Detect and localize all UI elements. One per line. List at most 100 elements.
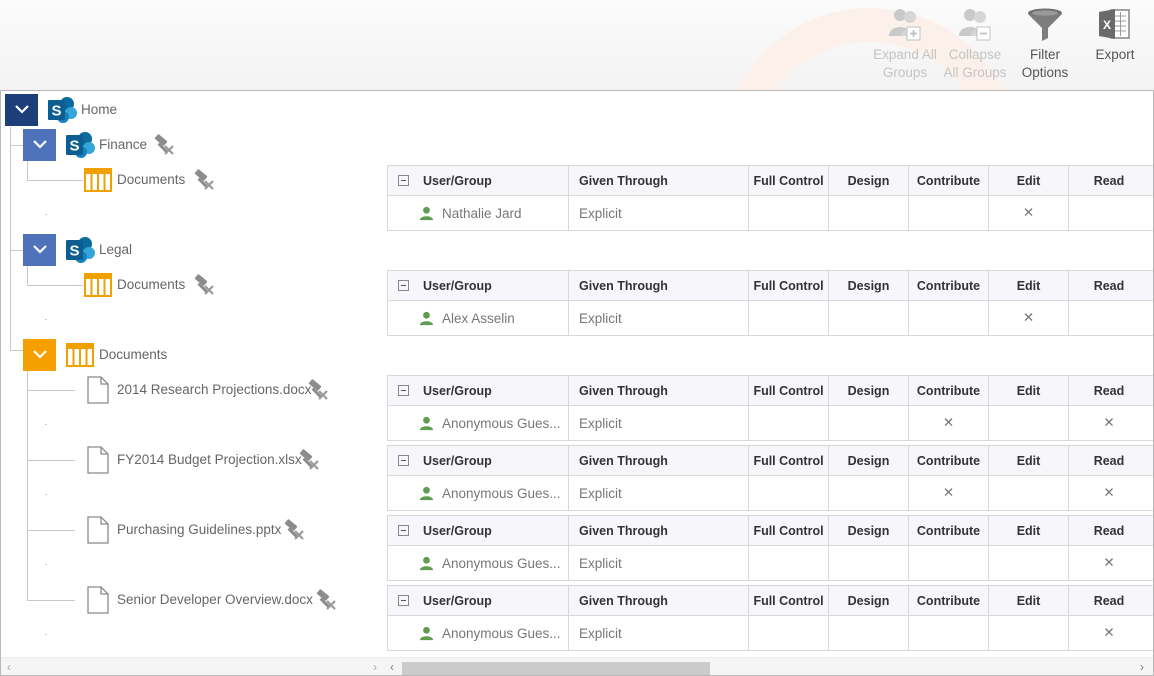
col-design[interactable]: Design: [829, 271, 909, 300]
col-contribute[interactable]: Contribute: [909, 166, 989, 195]
col-read[interactable]: Read: [1069, 376, 1149, 405]
collapse-minus-icon[interactable]: [398, 280, 409, 291]
tree-node-finance[interactable]: Finance: [99, 136, 147, 154]
tree-line: [27, 266, 28, 285]
table-row[interactable]: Alex Asselin Explicit ✕: [388, 301, 1153, 335]
col-edit[interactable]: Edit: [989, 166, 1069, 195]
col-contribute[interactable]: Contribute: [909, 446, 989, 475]
col-design[interactable]: Design: [829, 166, 909, 195]
col-design[interactable]: Design: [829, 516, 909, 545]
broken-inheritance-icon[interactable]: [298, 449, 320, 471]
broken-inheritance-icon[interactable]: [193, 169, 215, 191]
broken-inheritance-icon[interactable]: [283, 519, 305, 541]
scroll-left-arrow-icon[interactable]: ‹: [390, 660, 394, 674]
col-contribute[interactable]: Contribute: [909, 516, 989, 545]
table-row[interactable]: Anonymous Gues... Explicit ✕ ✕: [388, 476, 1153, 510]
tree-node-documents[interactable]: Documents: [99, 346, 167, 364]
table-row[interactable]: Nathalie Jard Explicit ✕: [388, 196, 1153, 230]
col-read[interactable]: Read: [1069, 516, 1149, 545]
documents-collapse-toggle[interactable]: [23, 339, 56, 371]
broken-inheritance-icon[interactable]: [315, 589, 337, 611]
col-full-control[interactable]: Full Control: [749, 376, 829, 405]
col-user-group[interactable]: User/Group: [388, 446, 569, 475]
col-full-control[interactable]: Full Control: [749, 166, 829, 195]
col-given-through[interactable]: Given Through: [569, 516, 749, 545]
col-given-through[interactable]: Given Through: [569, 166, 749, 195]
col-given-through[interactable]: Given Through: [569, 271, 749, 300]
col-edit[interactable]: Edit: [989, 376, 1069, 405]
col-contribute[interactable]: Contribute: [909, 586, 989, 615]
expand-all-groups-button[interactable]: Expand All Groups: [868, 6, 942, 82]
table-row[interactable]: Anonymous Gues... Explicit ✕ ✕: [388, 406, 1153, 440]
col-given-through[interactable]: Given Through: [569, 446, 749, 475]
col-read[interactable]: Read: [1069, 271, 1149, 300]
col-edit[interactable]: Edit: [989, 516, 1069, 545]
tree-line: [27, 285, 83, 286]
col-edit[interactable]: Edit: [989, 446, 1069, 475]
filter-options-button[interactable]: Filter Options: [1008, 6, 1082, 82]
chevron-down-icon: [32, 138, 48, 150]
col-design[interactable]: Design: [829, 376, 909, 405]
table-row[interactable]: Anonymous Gues... Explicit ✕: [388, 616, 1153, 650]
read-cell: ✕: [1103, 485, 1115, 500]
design-cell: [829, 196, 909, 230]
col-read[interactable]: Read: [1069, 586, 1149, 615]
col-full-control[interactable]: Full Control: [749, 586, 829, 615]
col-user-group[interactable]: User/Group: [388, 271, 569, 300]
design-cell: [829, 476, 909, 510]
scrollbar-thumb[interactable]: [402, 662, 710, 675]
collapse-minus-icon[interactable]: [398, 385, 409, 396]
table-row[interactable]: Anonymous Gues... Explicit ✕: [388, 546, 1153, 580]
collapse-minus-icon[interactable]: [398, 175, 409, 186]
broken-inheritance-icon[interactable]: [193, 274, 215, 296]
collapse-minus-icon[interactable]: [398, 455, 409, 466]
tree-node-legal-documents[interactable]: Documents: [117, 276, 185, 294]
col-edit[interactable]: Edit: [989, 271, 1069, 300]
col-full-control[interactable]: Full Control: [749, 516, 829, 545]
horizontal-scrollbar[interactable]: ‹ › ‹ ›: [1, 657, 1153, 675]
col-read[interactable]: Read: [1069, 166, 1149, 195]
col-given-through[interactable]: Given Through: [569, 376, 749, 405]
given-through-cell: Explicit: [569, 196, 749, 230]
col-edit[interactable]: Edit: [989, 586, 1069, 615]
col-design[interactable]: Design: [829, 446, 909, 475]
tree-node-file[interactable]: Senior Developer Overview.docx: [117, 591, 313, 609]
grid-header-row: User/Group Given Through Full Control De…: [388, 271, 1153, 301]
document-library-icon: [84, 168, 112, 192]
tree-node-file[interactable]: FY2014 Budget Projection.xlsx: [117, 451, 302, 469]
col-user-group[interactable]: User/Group: [388, 586, 569, 615]
finance-collapse-toggle[interactable]: [23, 129, 56, 161]
col-contribute[interactable]: Contribute: [909, 376, 989, 405]
legal-collapse-toggle[interactable]: [23, 234, 56, 266]
col-given-through[interactable]: Given Through: [569, 586, 749, 615]
export-button[interactable]: X Export: [1078, 6, 1152, 64]
tree-node-legal[interactable]: Legal: [99, 241, 132, 259]
home-collapse-toggle[interactable]: [5, 94, 38, 126]
col-user-group[interactable]: User/Group: [388, 376, 569, 405]
col-read[interactable]: Read: [1069, 446, 1149, 475]
read-cell: ✕: [1103, 415, 1115, 430]
design-cell: [829, 616, 909, 650]
scroll-right-arrow-icon[interactable]: ›: [1140, 660, 1144, 674]
user-cell: Anonymous Gues...: [388, 616, 569, 650]
tree-node-home[interactable]: Home: [81, 101, 117, 119]
tree-node-file[interactable]: 2014 Research Projections.docx: [117, 381, 311, 399]
ribbon: Expand All Groups Collapse All Groups Fi…: [0, 0, 1154, 90]
collapse-all-groups-button[interactable]: Collapse All Groups: [938, 6, 1012, 82]
scroll-left-arrow-icon[interactable]: ‹: [7, 660, 11, 674]
col-full-control[interactable]: Full Control: [749, 446, 829, 475]
user-cell: Anonymous Gues...: [388, 476, 569, 510]
col-full-control[interactable]: Full Control: [749, 271, 829, 300]
col-user-group[interactable]: User/Group: [388, 166, 569, 195]
collapse-minus-icon[interactable]: [398, 525, 409, 536]
col-design[interactable]: Design: [829, 586, 909, 615]
col-user-group[interactable]: User/Group: [388, 516, 569, 545]
broken-inheritance-icon[interactable]: [153, 134, 175, 156]
tree-line: [27, 600, 75, 601]
tree-node-file[interactable]: Purchasing Guidelines.pptx: [117, 521, 281, 539]
broken-inheritance-icon[interactable]: [307, 379, 329, 401]
col-contribute[interactable]: Contribute: [909, 271, 989, 300]
scroll-right-arrow-icon[interactable]: ›: [373, 660, 377, 674]
collapse-minus-icon[interactable]: [398, 595, 409, 606]
tree-node-finance-documents[interactable]: Documents: [117, 171, 185, 189]
